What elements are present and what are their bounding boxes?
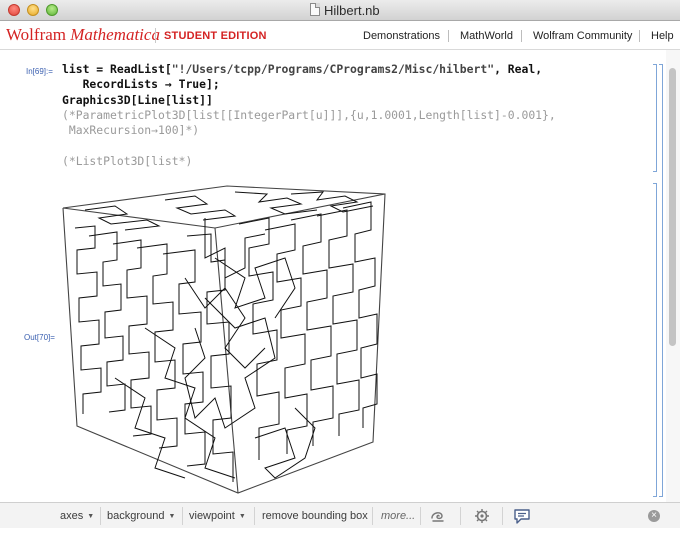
- toolbar-divider: [372, 507, 373, 525]
- remove-bounding-box-button[interactable]: remove bounding box: [262, 510, 368, 522]
- hilbert-3d-graphic[interactable]: [55, 178, 395, 498]
- close-window-button[interactable]: [8, 4, 20, 16]
- toolbar-divider: [460, 507, 461, 525]
- chevron-down-icon: ▼: [87, 513, 95, 520]
- brand-wolfram: Wolfram: [6, 25, 66, 44]
- background-menu[interactable]: background ▼: [107, 510, 175, 522]
- input-cell-label: In[69]:=: [26, 67, 53, 76]
- graphics-toolbar: axes ▼ background ▼ viewpoint ▼ remove boun…: [0, 502, 680, 528]
- comment-line-3[interactable]: (*ListPlot3D[list*): [62, 154, 192, 169]
- more-button[interactable]: more...: [381, 510, 415, 522]
- code-token: list = ReadList[: [62, 62, 172, 76]
- wolfram-banner: Wolfram Mathematica STUDENT EDITION Demo…: [0, 21, 680, 50]
- code-string-path: "!/Users/tcpp/Programs/CPrograms2/Misc/h…: [171, 62, 495, 76]
- toolbar-divider: [100, 507, 101, 525]
- vertical-scrollbar-thumb[interactable]: [669, 68, 676, 346]
- background-label: background: [107, 510, 165, 522]
- bounding-box: [62, 185, 386, 494]
- nav-link-help[interactable]: Help: [651, 30, 674, 42]
- axes-menu[interactable]: axes ▼: [60, 510, 94, 522]
- brand-logo[interactable]: Wolfram Mathematica: [6, 26, 160, 44]
- code-line-2[interactable]: RecordLists → True];: [62, 77, 220, 92]
- gear-icon[interactable]: [472, 507, 492, 525]
- code-line-3[interactable]: Graphics3D[Line[list]]: [62, 93, 213, 108]
- code-token: , Real,: [494, 62, 543, 76]
- comment-line-1[interactable]: (*ParametricPlot3D[list[[IntegerPart[u]]…: [62, 108, 556, 123]
- viewpoint-label: viewpoint: [189, 510, 235, 522]
- window-title: Hilbert.nb: [324, 3, 380, 18]
- hilbert-curve-lines: [74, 191, 378, 482]
- nav-link-mathworld[interactable]: MathWorld: [460, 30, 513, 42]
- window-bottom-area: [0, 528, 680, 555]
- brand-divider: [155, 28, 156, 43]
- input-cell-bracket[interactable]: [653, 64, 657, 172]
- close-toolbar-button[interactable]: ×: [648, 510, 660, 522]
- nav-link-demonstrations[interactable]: Demonstrations: [363, 30, 440, 42]
- nav-link-wolfram-community[interactable]: Wolfram Community: [533, 30, 632, 42]
- comment-icon[interactable]: [512, 507, 532, 525]
- document-icon: [310, 3, 320, 16]
- comment-line-2[interactable]: MaxRecursion→100]*): [62, 123, 199, 138]
- chevron-down-icon: ▼: [168, 513, 176, 520]
- toolbar-divider: [502, 507, 503, 525]
- axes-label: axes: [60, 510, 84, 522]
- toolbar-divider: [420, 507, 421, 525]
- minimize-window-button[interactable]: [27, 4, 39, 16]
- zoom-window-button[interactable]: [46, 4, 58, 16]
- output-cell-label: Out[70]=: [24, 333, 55, 342]
- swirl-icon[interactable]: [428, 507, 448, 525]
- brand-product: Mathematica: [70, 25, 160, 44]
- nav-divider: [448, 30, 449, 42]
- output-cell-bracket[interactable]: [653, 183, 657, 497]
- viewpoint-menu[interactable]: viewpoint ▼: [189, 510, 246, 522]
- nav-divider: [521, 30, 522, 42]
- group-cell-bracket[interactable]: [659, 64, 663, 497]
- nav-divider: [639, 30, 640, 42]
- code-line-1[interactable]: list = ReadList["!/Users/tcpp/Programs/C…: [62, 62, 542, 77]
- chevron-down-icon: ▼: [238, 513, 246, 520]
- edition-label: STUDENT EDITION: [164, 30, 267, 42]
- window-titlebar: Hilbert.nb: [0, 0, 680, 21]
- toolbar-divider: [182, 507, 183, 525]
- toolbar-divider: [254, 507, 255, 525]
